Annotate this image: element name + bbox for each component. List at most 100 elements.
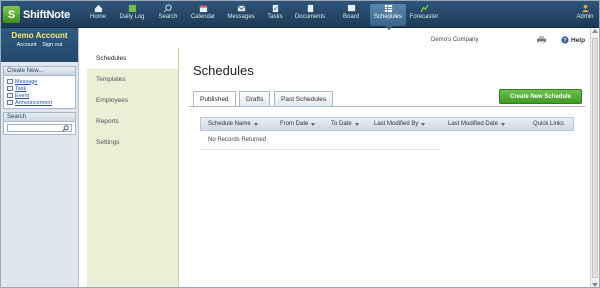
- app-window: S ShiftNote Home Daily Log Search Calend…: [0, 0, 600, 288]
- tab-divider: [189, 106, 585, 107]
- scroll-down-icon[interactable]: [592, 283, 598, 287]
- create-new-heading: Create New...: [4, 67, 75, 76]
- search-icon: [163, 4, 172, 13]
- table-header: Schedule Name From Date To Date Last Mod…: [200, 117, 574, 131]
- left-sidebar: Demo Account Account Sign out Create New…: [1, 28, 79, 287]
- scroll-up-icon[interactable]: [592, 29, 598, 33]
- task-icon: [7, 86, 13, 91]
- subnav-reports[interactable]: Reports: [87, 111, 178, 132]
- search-panel: Search: [3, 112, 76, 135]
- signout-link[interactable]: Sign out: [42, 42, 62, 48]
- search-input[interactable]: [8, 125, 62, 131]
- documents-icon: [307, 4, 313, 13]
- create-new-panel: Create New... Message Task Event Announc…: [3, 66, 76, 109]
- create-announcement-label: Announcement: [15, 99, 52, 106]
- tab-past-schedules[interactable]: Past Schedules: [274, 91, 334, 107]
- scroll-thumb[interactable]: [592, 38, 598, 278]
- schedules-icon: [384, 4, 392, 13]
- account-name: Demo Account: [11, 31, 68, 40]
- account-panel: Demo Account Account Sign out: [1, 28, 78, 62]
- event-icon: [7, 93, 13, 98]
- tab-published[interactable]: Published: [193, 91, 236, 107]
- col-last-modified-by[interactable]: Last Modified By: [367, 121, 441, 127]
- create-event-link[interactable]: Event: [7, 92, 72, 99]
- shiftnote-logo[interactable]: S ShiftNote: [3, 4, 79, 25]
- search-heading: Search: [4, 113, 75, 122]
- help-icon: ?: [561, 36, 569, 44]
- create-announcement-link[interactable]: Announcement: [7, 99, 72, 106]
- schedules-table: Schedule Name From Date To Date Last Mod…: [200, 117, 574, 150]
- sort-arrow-icon: [421, 122, 426, 126]
- nav-admin[interactable]: Admin: [567, 4, 599, 26]
- col-to-date[interactable]: To Date: [324, 121, 367, 127]
- nav-messages[interactable]: Messages: [223, 4, 259, 26]
- admin-icon: [581, 4, 589, 13]
- account-link[interactable]: Account: [17, 42, 37, 48]
- account-links: Account Sign out: [1, 42, 78, 48]
- top-nav-bar: S ShiftNote Home Daily Log Search Calend…: [1, 1, 599, 30]
- nav-home[interactable]: Home: [80, 4, 116, 26]
- nav-label-messages: Messages: [227, 14, 255, 20]
- col-label: To Date: [331, 121, 352, 127]
- help-label: Help: [571, 36, 586, 44]
- col-label: Last Modified Date: [448, 121, 499, 127]
- nav-label-forecaster: Forecaster: [409, 14, 439, 20]
- sort-arrow-icon: [501, 122, 506, 126]
- nav-tasks[interactable]: Tasks: [257, 4, 293, 26]
- logo-mark-icon: S: [3, 6, 20, 23]
- help-link[interactable]: ? Help: [561, 36, 585, 44]
- col-quick-links: Quick Links: [526, 121, 573, 127]
- subnav-templates[interactable]: Templates: [87, 69, 178, 90]
- col-label: Schedule Name: [208, 121, 251, 127]
- subnav-employees[interactable]: Employees: [87, 90, 178, 111]
- announcement-icon: [7, 100, 13, 105]
- company-name: Demo's Company: [431, 37, 479, 43]
- svg-text:?: ?: [563, 38, 567, 44]
- calendar-icon: [199, 5, 207, 13]
- nav-calendar[interactable]: Calendar: [185, 4, 221, 26]
- message-icon: [7, 79, 13, 84]
- main-content: [179, 48, 599, 287]
- nav-board[interactable]: Board: [333, 4, 369, 26]
- nav-label-calendar: Calendar: [190, 14, 216, 20]
- board-icon: [347, 4, 355, 12]
- search-box: [7, 124, 72, 132]
- col-label: Last Modified By: [374, 121, 419, 127]
- tab-drafts[interactable]: Drafts: [239, 91, 271, 107]
- col-label: Quick Links: [533, 121, 565, 127]
- subnav-schedules[interactable]: Schedules: [87, 48, 178, 69]
- log-icon: [128, 4, 136, 13]
- col-last-modified-date[interactable]: Last Modified Date: [441, 121, 526, 127]
- logo-text: ShiftNote: [23, 8, 71, 21]
- print-icon[interactable]: [537, 36, 546, 44]
- create-message-label: Message: [15, 78, 38, 85]
- sort-arrow-icon: [311, 122, 316, 126]
- nav-label-search: Search: [158, 14, 178, 20]
- nav-daily-log[interactable]: Daily Log: [114, 4, 150, 26]
- forecaster-icon: [419, 4, 429, 13]
- nav-label-board: Board: [342, 14, 359, 20]
- col-from-date[interactable]: From Date: [273, 121, 324, 127]
- nav-schedules[interactable]: Schedules: [370, 4, 406, 30]
- empty-message: No Records Returned: [200, 131, 440, 150]
- create-message-link[interactable]: Message: [7, 78, 72, 85]
- nav-label-documents: Documents: [294, 14, 326, 20]
- subnav-settings[interactable]: Settings: [87, 132, 178, 153]
- nav-label-tasks: Tasks: [267, 14, 283, 20]
- nav-label-schedules: Schedules: [373, 14, 403, 20]
- create-new-schedule-button[interactable]: Create New Schedule: [499, 89, 582, 104]
- nav-documents[interactable]: Documents: [292, 4, 328, 26]
- vertical-scrollbar[interactable]: [590, 28, 598, 287]
- nav-label-admin: Admin: [576, 14, 594, 20]
- nav-forecaster[interactable]: Forecaster: [406, 4, 442, 26]
- sort-arrow-icon: [354, 122, 359, 126]
- nav-search[interactable]: Search: [150, 4, 186, 26]
- sort-arrow-icon: [253, 122, 258, 126]
- nav-label-daily-log: Daily Log: [119, 14, 145, 20]
- search-icon[interactable]: [62, 124, 69, 132]
- page-title: Schedules: [193, 63, 254, 78]
- create-task-link[interactable]: Task: [7, 85, 72, 92]
- create-task-label: Task: [15, 85, 27, 92]
- home-icon: [94, 4, 102, 13]
- col-schedule-name[interactable]: Schedule Name: [201, 121, 273, 127]
